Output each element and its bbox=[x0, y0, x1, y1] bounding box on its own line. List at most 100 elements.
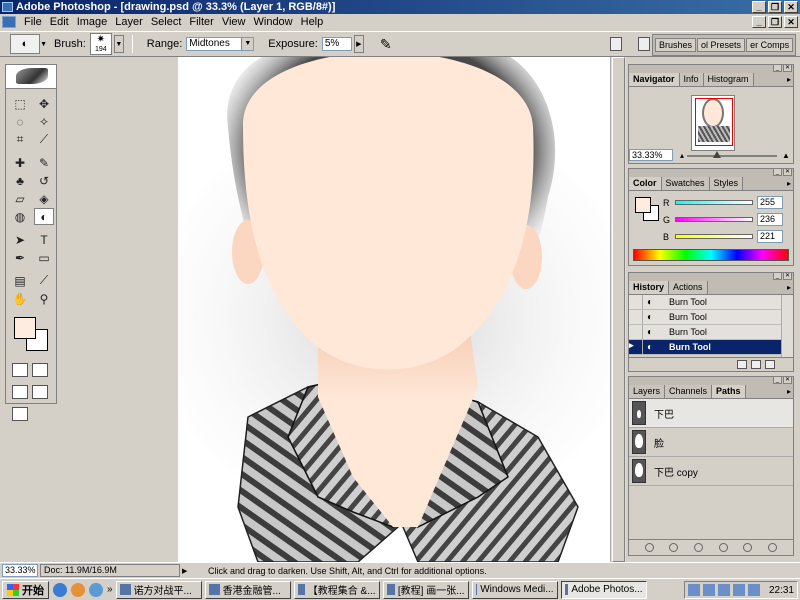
menu-layer[interactable]: Layer bbox=[111, 16, 147, 28]
panel-minimize-icon[interactable]: _ bbox=[773, 168, 782, 176]
panel-close-icon[interactable]: ✕ bbox=[783, 64, 792, 72]
crop-tool-icon[interactable]: ⌗ bbox=[10, 131, 30, 148]
panel-minimize-icon[interactable]: _ bbox=[773, 376, 782, 384]
menu-image[interactable]: Image bbox=[73, 16, 112, 28]
color-spectrum-bar[interactable] bbox=[633, 249, 789, 261]
history-item-selected[interactable]: ▸ ◐ Burn Tool bbox=[629, 340, 781, 355]
tray-icon[interactable] bbox=[717, 584, 730, 596]
airbrush-icon[interactable]: ✎ bbox=[380, 36, 392, 53]
doc-restore-button[interactable]: ❐ bbox=[768, 16, 782, 28]
load-path-as-selection-icon[interactable] bbox=[694, 543, 704, 552]
red-slider[interactable] bbox=[675, 200, 753, 205]
panel-menu-icon[interactable]: ▸ bbox=[787, 387, 791, 396]
scrollbar-thumb[interactable] bbox=[612, 57, 625, 562]
notes-tool-icon[interactable]: ▤ bbox=[10, 272, 30, 289]
tab-info[interactable]: Info bbox=[679, 73, 704, 86]
zoom-out-icon[interactable]: ▴ bbox=[677, 151, 687, 161]
file-browser-icon[interactable] bbox=[610, 37, 622, 51]
clone-stamp-tool-icon[interactable]: ♣ bbox=[10, 172, 30, 189]
tab-actions[interactable]: Actions bbox=[669, 281, 708, 294]
tab-channels[interactable]: Channels bbox=[665, 385, 713, 398]
delete-state-icon[interactable] bbox=[765, 360, 775, 369]
lasso-tool-icon[interactable]: ◌ bbox=[10, 113, 30, 130]
slice-tool-icon[interactable]: ⟋ bbox=[34, 131, 54, 148]
tray-icon[interactable] bbox=[702, 584, 715, 596]
delete-path-icon[interactable] bbox=[768, 543, 778, 552]
new-snapshot-icon[interactable] bbox=[751, 360, 761, 369]
tab-styles[interactable]: Styles bbox=[709, 177, 744, 190]
magic-wand-tool-icon[interactable]: ✧ bbox=[34, 113, 54, 130]
panel-menu-icon[interactable]: ▸ bbox=[787, 179, 791, 188]
green-slider[interactable] bbox=[675, 217, 753, 222]
tab-history[interactable]: History bbox=[629, 281, 670, 294]
palette-well-tab-brushes[interactable]: Brushes bbox=[655, 38, 697, 52]
menu-select[interactable]: Select bbox=[147, 16, 186, 28]
minimize-button[interactable]: _ bbox=[752, 1, 766, 13]
paint-bucket-tool-icon[interactable]: ◈ bbox=[34, 190, 54, 207]
panel-menu-icon[interactable]: ▸ bbox=[787, 283, 791, 292]
tray-icon[interactable] bbox=[747, 584, 760, 596]
canvas-vertical-scrollbar[interactable] bbox=[610, 57, 626, 562]
path-item[interactable]: 下巴 bbox=[629, 399, 793, 428]
tray-icon[interactable] bbox=[732, 584, 745, 596]
doc-close-button[interactable]: ✕ bbox=[784, 16, 798, 28]
clock[interactable]: 22:31 bbox=[769, 585, 794, 596]
standard-mode-button[interactable] bbox=[12, 363, 28, 377]
taskbar-task-active[interactable]: Adobe Photos... bbox=[560, 580, 647, 599]
panel-close-icon[interactable]: ✕ bbox=[783, 272, 792, 280]
panel-minimize-icon[interactable]: _ bbox=[773, 272, 782, 280]
pen-tool-icon[interactable]: ✒ bbox=[10, 249, 30, 266]
taskbar-task[interactable]: Windows Medi... bbox=[471, 580, 558, 599]
burn-tool-icon[interactable]: ◐ bbox=[34, 208, 54, 225]
quick-mask-mode-button[interactable] bbox=[32, 363, 48, 377]
eyedropper-tool-icon[interactable]: ⟋ bbox=[34, 272, 54, 289]
print-icon[interactable] bbox=[638, 37, 650, 51]
marquee-tool-icon[interactable]: ⬚ bbox=[10, 95, 30, 112]
blur-tool-icon[interactable]: ◍ bbox=[10, 208, 30, 225]
eraser-tool-icon[interactable]: ▱ bbox=[10, 190, 30, 207]
history-brush-tool-icon[interactable]: ↺ bbox=[34, 172, 54, 189]
range-select[interactable]: Midtones ▼ bbox=[186, 37, 255, 51]
color-foreground-swatch[interactable] bbox=[635, 197, 651, 213]
tab-paths[interactable]: Paths bbox=[712, 385, 746, 398]
media-player-icon[interactable] bbox=[71, 582, 85, 597]
foreground-color-swatch[interactable] bbox=[14, 317, 36, 339]
zoom-tool-icon[interactable]: ⚲ bbox=[34, 290, 54, 307]
menu-file[interactable]: File bbox=[20, 16, 46, 28]
history-source-checkbox[interactable]: ▸ bbox=[629, 340, 643, 354]
desktop-icon[interactable] bbox=[89, 582, 103, 597]
brush-dropdown-button[interactable]: ▼ bbox=[113, 35, 124, 53]
new-path-icon[interactable] bbox=[743, 543, 753, 552]
tray-icon[interactable] bbox=[687, 584, 700, 596]
menu-help[interactable]: Help bbox=[297, 16, 328, 28]
palette-well-tab-layer-comps[interactable]: er Comps bbox=[746, 38, 794, 52]
navigator-thumbnail[interactable] bbox=[691, 95, 735, 151]
history-source-checkbox[interactable] bbox=[629, 295, 643, 309]
photoshop-document-icon[interactable] bbox=[2, 16, 16, 28]
close-button[interactable]: ✕ bbox=[784, 1, 798, 13]
path-item[interactable]: 下巴 copy bbox=[629, 457, 793, 486]
menu-view[interactable]: View bbox=[218, 16, 250, 28]
restore-button[interactable]: ❐ bbox=[768, 1, 782, 13]
palette-well-tab-tool-presets[interactable]: ol Presets bbox=[697, 38, 746, 52]
history-source-checkbox[interactable] bbox=[629, 310, 643, 324]
panel-close-icon[interactable]: ✕ bbox=[783, 168, 792, 176]
taskbar-task[interactable]: 【教程集合 &... bbox=[293, 580, 380, 599]
taskbar-task[interactable]: 香港金融管... bbox=[204, 580, 291, 599]
taskbar-task[interactable]: [教程] 画一张... bbox=[382, 580, 469, 599]
menu-filter[interactable]: Filter bbox=[185, 16, 217, 28]
stroke-path-icon[interactable] bbox=[669, 543, 679, 552]
make-work-path-icon[interactable] bbox=[718, 543, 728, 552]
menu-window[interactable]: Window bbox=[250, 16, 297, 28]
zoom-in-icon[interactable]: ▲ bbox=[781, 151, 791, 161]
document-canvas[interactable] bbox=[178, 57, 610, 562]
exposure-input[interactable]: 5% bbox=[321, 37, 352, 51]
document-size-info[interactable]: Doc: 11.9M/16.9M bbox=[40, 564, 180, 577]
path-item[interactable]: 脸 bbox=[629, 428, 793, 457]
tab-layers[interactable]: Layers bbox=[629, 385, 666, 398]
screen-mode-standard-button[interactable] bbox=[12, 385, 28, 399]
blue-value-input[interactable]: 221 bbox=[757, 230, 783, 243]
exposure-dropdown-button[interactable]: ▶ bbox=[353, 35, 364, 53]
history-item[interactable]: ◐ Burn Tool bbox=[629, 310, 781, 325]
green-value-input[interactable]: 236 bbox=[757, 213, 783, 226]
